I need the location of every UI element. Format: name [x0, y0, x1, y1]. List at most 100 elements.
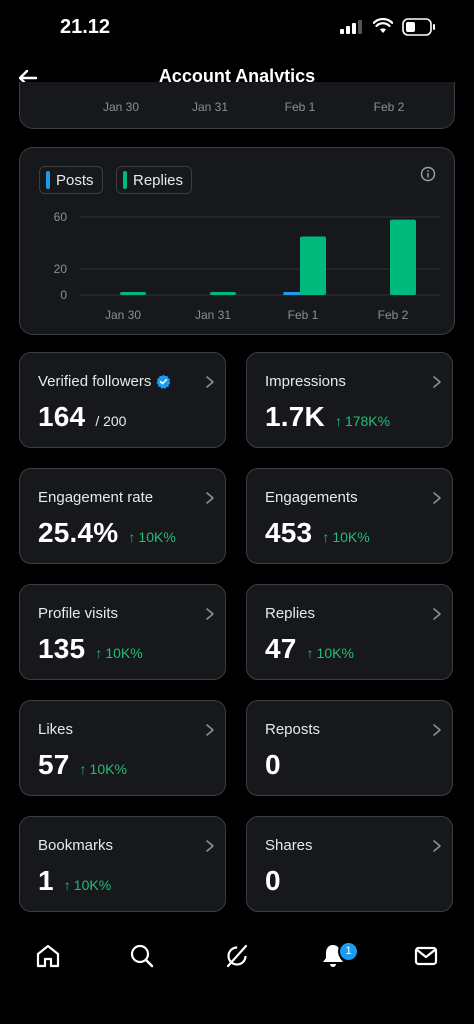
stat-value: 0 [265, 749, 281, 780]
stat-value-row: 1 ↑ 10K% [38, 865, 111, 897]
stat-value-row: 47 ↑ 10K% [265, 633, 354, 665]
chevron-right-icon [205, 375, 215, 389]
wifi-icon [373, 18, 393, 33]
stat-value-row: 0 [265, 865, 281, 897]
stat-label: Profile visits [38, 605, 119, 622]
posts-replies-chart-card: Posts Replies 0 20 60 Jan 30 Jan 31 Feb 1 Feb … [19, 147, 455, 335]
stat-card-engagement-rate[interactable]: Engagement rate 25.4% ↑ 10K% [19, 468, 226, 564]
stat-label: Likes [38, 721, 74, 738]
bar-replies-3[interactable] [390, 219, 416, 295]
stat-value-row: 1.7K ↑ 178K% [265, 401, 390, 433]
chevron-right-icon [205, 491, 215, 505]
x-axis-label: Feb 2 [373, 100, 405, 114]
stat-value-row: 453 ↑ 10K% [265, 517, 370, 549]
stat-change: ↑ 178K% [335, 413, 390, 429]
stat-value-row: 0 [265, 749, 281, 781]
stat-label: Engagement rate [38, 489, 154, 506]
stat-value: 135 [38, 633, 86, 664]
stat-change: ↑ 10K% [307, 645, 354, 661]
bar-chart: 0 20 60 Jan 30 Jan 31 Feb 1 Feb 2 [54, 210, 440, 322]
stat-change: ↑ 10K% [95, 645, 142, 661]
stat-card-likes[interactable]: Likes 57 ↑ 10K% [19, 700, 226, 796]
stat-label: Impressions [265, 373, 346, 390]
stat-change-value: 10K% [316, 645, 354, 661]
stat-label: Verified followers [38, 373, 152, 390]
up-arrow-icon: ↑ [95, 645, 103, 661]
stat-change-value: 10K% [73, 877, 112, 893]
stat-change: ↑ 10K% [128, 529, 175, 545]
stat-sub: / 200 [95, 413, 127, 429]
stat-value: 164 [38, 401, 86, 432]
y-tick-label: 0 [60, 288, 67, 302]
stat-card-bookmarks[interactable]: Bookmarks 1 ↑ 10K% [19, 816, 226, 912]
search-icon[interactable] [128, 942, 156, 970]
stat-label: Reposts [265, 721, 321, 738]
stat-card-reposts[interactable]: Reposts 0 [246, 700, 453, 796]
stat-card-verified-followers[interactable]: Verified followers 164 / 200 [19, 352, 226, 448]
stat-card-shares[interactable]: Shares 0 [246, 816, 453, 912]
home-icon[interactable] [34, 942, 62, 970]
stat-change: ↑ 10K% [322, 529, 369, 545]
stat-change-value: 10K% [105, 645, 143, 661]
chevron-right-icon [205, 723, 215, 737]
chevron-right-icon [432, 607, 442, 621]
status-time: 21.12 [60, 16, 111, 38]
partial-chart-card: Jan 30 Jan 31 Feb 1 Feb 2 [19, 82, 455, 129]
stat-label-row: Likes [38, 721, 73, 738]
x-tick-label: Feb 1 [288, 308, 319, 322]
up-arrow-icon: ↑ [79, 761, 87, 777]
cellular-signal-icon [340, 20, 362, 34]
grok-icon[interactable] [223, 942, 251, 970]
y-tick-label: 20 [54, 262, 68, 276]
chevron-right-icon [432, 723, 442, 737]
x-tick-label: Jan 31 [195, 308, 231, 322]
chevron-right-icon [432, 491, 442, 505]
stat-card-profile-visits[interactable]: Profile visits 135 ↑ 10K% [19, 584, 226, 680]
stat-value: 0 [265, 865, 281, 896]
bar-replies-0[interactable] [120, 292, 146, 295]
stat-label-row: Profile visits [38, 605, 118, 622]
notification-count-badge: 1 [338, 941, 359, 962]
chevron-right-icon [432, 839, 442, 853]
y-tick-label: 60 [54, 210, 68, 224]
bar-replies-2[interactable] [300, 236, 326, 296]
stat-label: Replies [265, 605, 316, 622]
stat-change-value: 10K% [89, 761, 127, 777]
stat-card-replies[interactable]: Replies 47 ↑ 10K% [246, 584, 453, 680]
x-tick-label: Jan 30 [105, 308, 141, 322]
stat-label-row: Engagement rate [38, 489, 153, 506]
stat-card-engagements[interactable]: Engagements 453 ↑ 10K% [246, 468, 453, 564]
stat-value: 25.4% [38, 517, 119, 548]
bar-replies-1[interactable] [210, 292, 236, 295]
stat-change-value: 178K% [344, 413, 391, 429]
stat-value: 47 [265, 633, 297, 664]
stat-change: ↑ 10K% [80, 761, 127, 777]
battery-icon [402, 18, 435, 36]
up-arrow-icon: ↑ [63, 877, 71, 893]
stat-value-row: 164 / 200 [38, 401, 126, 433]
x-axis-label: Jan 31 [191, 100, 229, 114]
messages-icon[interactable] [412, 942, 440, 970]
x-axis-label: Feb 1 [284, 100, 316, 114]
up-arrow-icon: ↑ [334, 413, 342, 429]
chevron-right-icon [205, 839, 215, 853]
stat-value: 1.7K [265, 401, 325, 432]
stat-label: Engagements [265, 489, 358, 506]
stat-card-impressions[interactable]: Impressions 1.7K ↑ 178K% [246, 352, 453, 448]
stat-label-row: Engagements [265, 489, 358, 506]
up-arrow-icon: ↑ [322, 529, 330, 545]
stat-label-row: Impressions [265, 373, 346, 390]
stat-label-row: Reposts [265, 721, 320, 738]
up-arrow-icon: ↑ [128, 529, 136, 545]
stat-label-row: Replies [265, 605, 315, 622]
stat-label-row: Verified followers [38, 373, 171, 390]
stat-change-value: 10K% [332, 529, 370, 545]
stat-value-row: 25.4% ↑ 10K% [38, 517, 176, 549]
up-arrow-icon: ↑ [306, 645, 314, 661]
stat-change-value: 10K% [138, 529, 176, 545]
stat-value: 453 [265, 517, 313, 548]
stat-label-row: Shares [265, 837, 313, 854]
stat-label-row: Bookmarks [38, 837, 113, 854]
chevron-right-icon [205, 607, 215, 621]
x-tick-label: Feb 2 [378, 308, 409, 322]
